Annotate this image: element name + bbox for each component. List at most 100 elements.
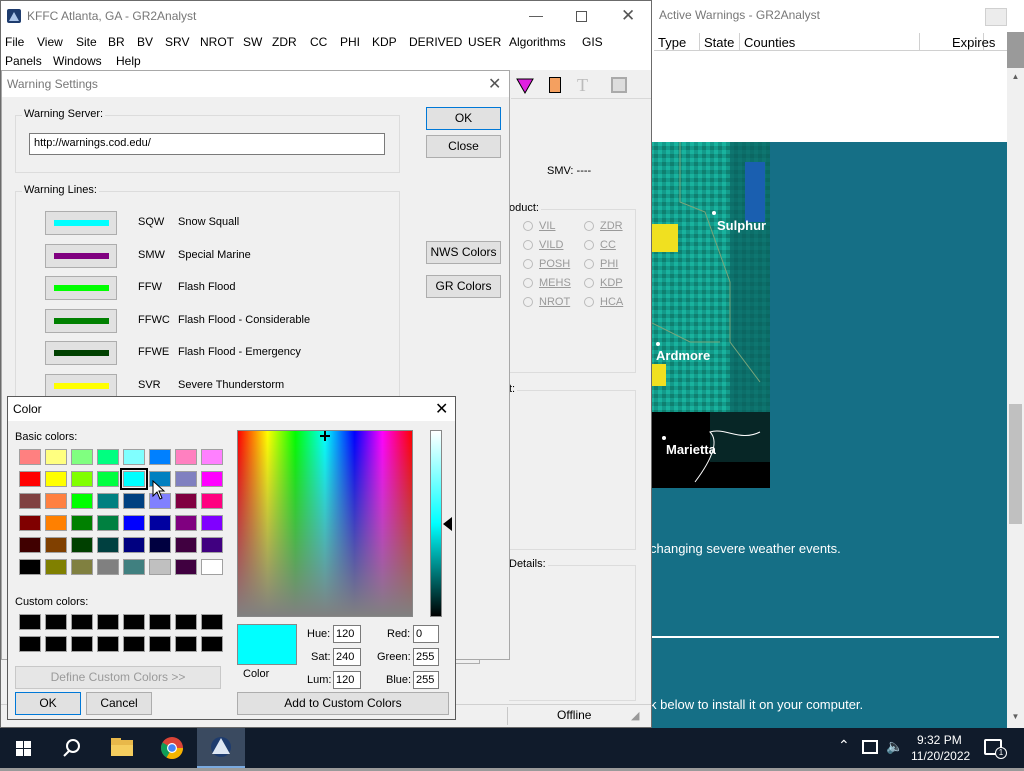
- menu-derived[interactable]: DERIVED: [409, 35, 462, 49]
- menu-phi[interactable]: PHI: [340, 35, 360, 49]
- green-input[interactable]: 255: [413, 648, 439, 666]
- menu-sw[interactable]: SW: [243, 35, 262, 49]
- menu-windows[interactable]: Windows: [53, 54, 102, 68]
- custom-color-swatch[interactable]: [45, 614, 67, 630]
- basic-color-swatch[interactable]: [71, 515, 93, 531]
- radio-product-kdp[interactable]: KDP: [582, 276, 632, 292]
- basic-color-swatch[interactable]: [45, 471, 67, 487]
- resize-grip-icon[interactable]: ◢: [631, 709, 639, 722]
- scroll-up-icon[interactable]: ▲: [1007, 72, 1024, 88]
- color-ok-button[interactable]: OK: [15, 692, 81, 715]
- basic-color-swatch[interactable]: [19, 515, 41, 531]
- basic-color-swatch[interactable]: [45, 559, 67, 575]
- menu-user[interactable]: USER: [468, 35, 501, 49]
- custom-color-swatch[interactable]: [97, 614, 119, 630]
- luminosity-bar[interactable]: [430, 430, 442, 617]
- text-tool-icon[interactable]: T: [577, 75, 588, 96]
- menu-kdp[interactable]: KDP: [372, 35, 397, 49]
- custom-color-swatch[interactable]: [71, 614, 93, 630]
- menu-site[interactable]: Site: [76, 35, 97, 49]
- gr-colors-button[interactable]: GR Colors: [426, 275, 501, 298]
- chrome-icon[interactable]: [148, 728, 196, 768]
- radio-product-cc[interactable]: CC: [582, 238, 632, 254]
- basic-color-swatch[interactable]: [97, 471, 119, 487]
- basic-color-swatch[interactable]: [45, 449, 67, 465]
- basic-color-swatch[interactable]: [175, 493, 197, 509]
- warning-settings-close-icon[interactable]: ✕: [488, 74, 501, 94]
- close-button[interactable]: Close: [426, 135, 501, 158]
- basic-color-swatch[interactable]: [201, 471, 223, 487]
- menu-srv[interactable]: SRV: [165, 35, 189, 49]
- radio-product-phi[interactable]: PHI: [582, 257, 632, 273]
- blue-input[interactable]: 255: [413, 671, 439, 689]
- basic-color-swatch[interactable]: [175, 449, 197, 465]
- basic-color-swatch[interactable]: [97, 515, 119, 531]
- basic-color-swatch[interactable]: [123, 515, 145, 531]
- start-button[interactable]: [0, 728, 48, 768]
- basic-color-swatch[interactable]: [123, 559, 145, 575]
- menu-cc[interactable]: CC: [310, 35, 327, 49]
- basic-color-swatch[interactable]: [45, 493, 67, 509]
- basic-color-swatch[interactable]: [201, 493, 223, 509]
- color-spectrum[interactable]: [237, 430, 413, 617]
- radio-product-mehs[interactable]: MEHS: [521, 276, 581, 292]
- basic-color-swatch[interactable]: [97, 537, 119, 553]
- close-icon[interactable]: ✕: [621, 6, 635, 26]
- basic-color-swatch[interactable]: [71, 493, 93, 509]
- radio-product-nrot[interactable]: NROT: [521, 295, 581, 311]
- basic-color-swatch[interactable]: [149, 537, 171, 553]
- color-dialog-close-icon[interactable]: ✕: [435, 399, 448, 419]
- storm-marker-icon[interactable]: [515, 77, 535, 95]
- maximize-icon[interactable]: [576, 11, 587, 22]
- basic-color-swatch[interactable]: [123, 493, 145, 509]
- menu-file[interactable]: File: [5, 35, 24, 49]
- active-warnings-close-button[interactable]: [985, 8, 1007, 26]
- basic-color-swatch[interactable]: [201, 559, 223, 575]
- custom-color-swatch[interactable]: [123, 636, 145, 652]
- custom-color-swatch[interactable]: [149, 614, 171, 630]
- basic-color-swatch[interactable]: [120, 468, 148, 490]
- minimize-icon[interactable]: —: [529, 7, 543, 23]
- custom-color-swatch[interactable]: [19, 636, 41, 652]
- basic-color-swatch[interactable]: [149, 449, 171, 465]
- basic-color-swatch[interactable]: [201, 537, 223, 553]
- basic-color-swatch[interactable]: [149, 515, 171, 531]
- basic-color-swatch[interactable]: [175, 537, 197, 553]
- red-input[interactable]: 0: [413, 625, 439, 643]
- custom-color-swatch[interactable]: [175, 636, 197, 652]
- basic-color-swatch[interactable]: [175, 471, 197, 487]
- warning-line-color-button[interactable]: [45, 308, 117, 333]
- menu-nrot[interactable]: NROT: [200, 35, 234, 49]
- menu-gis[interactable]: GIS: [582, 35, 603, 49]
- basic-color-swatch[interactable]: [71, 471, 93, 487]
- warning-line-color-button[interactable]: [45, 373, 117, 398]
- warning-line-color-button[interactable]: [45, 243, 117, 268]
- basic-color-swatch[interactable]: [201, 449, 223, 465]
- custom-color-swatch[interactable]: [97, 636, 119, 652]
- basic-color-swatch[interactable]: [97, 493, 119, 509]
- basic-color-swatch[interactable]: [45, 515, 67, 531]
- volume-icon[interactable]: 🔈: [886, 738, 903, 755]
- menu-panels[interactable]: Panels: [5, 54, 42, 68]
- custom-color-swatch[interactable]: [123, 614, 145, 630]
- lum-input[interactable]: 120: [333, 671, 361, 689]
- ok-button[interactable]: OK: [426, 107, 501, 130]
- basic-color-swatch[interactable]: [71, 537, 93, 553]
- column-header-type[interactable]: Type: [654, 33, 700, 51]
- nws-colors-button[interactable]: NWS Colors: [426, 241, 501, 264]
- search-icon[interactable]: [48, 728, 96, 768]
- radio-product-hca[interactable]: HCA: [582, 295, 632, 311]
- add-to-custom-colors-button[interactable]: Add to Custom Colors: [237, 692, 449, 715]
- column-header-state[interactable]: State: [700, 33, 740, 51]
- menu-zdr[interactable]: ZDR: [272, 35, 297, 49]
- clock-time[interactable]: 9:32 PM: [917, 733, 962, 747]
- radio-product-zdr[interactable]: ZDR: [582, 219, 632, 235]
- radio-product-vild[interactable]: VILD: [521, 238, 581, 254]
- hue-input[interactable]: 120: [333, 625, 361, 643]
- column-header-expires[interactable]: Expires: [920, 33, 995, 51]
- custom-color-swatch[interactable]: [175, 614, 197, 630]
- menu-view[interactable]: View: [37, 35, 63, 49]
- network-icon[interactable]: [862, 740, 878, 754]
- color-cancel-button[interactable]: Cancel: [86, 692, 152, 715]
- warning-line-color-button[interactable]: [45, 211, 117, 235]
